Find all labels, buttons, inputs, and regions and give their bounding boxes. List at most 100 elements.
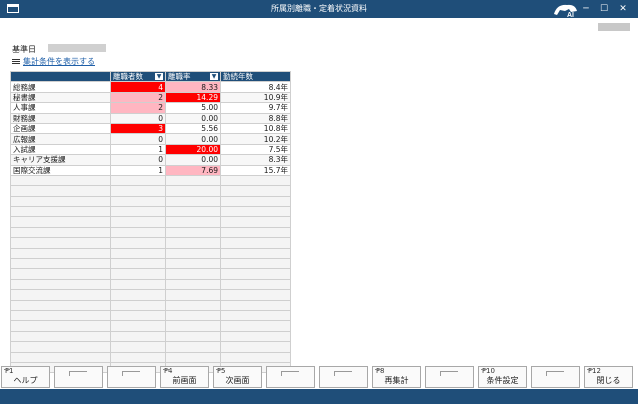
empty-cell [220, 226, 291, 239]
dropdown-icon[interactable]: ▼ [210, 73, 218, 80]
empty-cell [110, 174, 166, 187]
fkey-placeholder-mark [546, 371, 564, 376]
table-row[interactable]: 広報課 0 0.00 10.2年 [10, 133, 291, 145]
table-row[interactable]: 総務課 4 8.33 8.4年 [10, 81, 291, 93]
col-header-rate[interactable]: 離職率 ▼ [165, 70, 221, 83]
fkey-f12-button[interactable]: F12 閉じる [584, 366, 633, 388]
fkey-f5-button[interactable]: F5 次画面 [213, 366, 262, 388]
fkey-blank-button[interactable] [319, 366, 368, 388]
empty-cell [165, 226, 221, 239]
table-row[interactable]: キャリア支援課 0 0.00 8.3年 [10, 154, 291, 166]
empty-cell [220, 258, 291, 270]
fkey-f4-button[interactable]: F4 前画面 [160, 366, 209, 388]
empty-row [10, 268, 291, 280]
empty-cell [110, 237, 166, 249]
col-header-count[interactable]: 離職者数 ▼ [110, 70, 166, 83]
fkey-f8-button[interactable]: F8 再集計 [372, 366, 421, 388]
empty-cell [220, 341, 291, 353]
empty-cell [10, 268, 111, 280]
empty-cell [110, 351, 166, 363]
empty-cell [10, 185, 111, 197]
cell-dept: 財務課 [10, 112, 111, 124]
cell-rate: 20.00 [165, 143, 221, 156]
fkey-blank-button[interactable] [107, 366, 156, 388]
fkey-number: F1 [3, 367, 14, 375]
results-table: 離職者数 ▼ 離職率 ▼ 勤続年数 総務課 4 8.33 8.4年 秘書課 2 14.29 10.… [10, 70, 291, 374]
empty-cell [165, 174, 221, 187]
empty-cell [110, 320, 166, 332]
table-row[interactable]: 財務課 0 0.00 8.8年 [10, 112, 291, 124]
empty-row [10, 278, 291, 291]
fkey-number: F4 [162, 367, 173, 375]
empty-row [10, 351, 291, 363]
empty-cell [220, 174, 291, 187]
empty-cell [220, 216, 291, 228]
table-row[interactable]: 企画課 3 5.56 10.8年 [10, 122, 291, 135]
col-header-rate-label: 離職率 [168, 72, 191, 82]
empty-row [10, 226, 291, 239]
empty-cell [165, 247, 221, 260]
cell-tenure: 8.3年 [220, 154, 291, 166]
show-criteria-link[interactable]: 集計条件を表示する [12, 56, 95, 67]
empty-row [10, 237, 291, 249]
empty-cell [10, 320, 111, 332]
cell-dept: キャリア支援課 [10, 154, 111, 166]
fkey-placeholder-mark [69, 371, 87, 376]
table-row[interactable]: 人事課 2 5.00 9.7年 [10, 102, 291, 114]
cell-count: 0 [110, 112, 166, 124]
empty-cell [110, 185, 166, 197]
table-row[interactable]: 秘書課 2 14.29 10.9年 [10, 91, 291, 104]
fkey-placeholder-mark [440, 371, 458, 376]
fkey-label: 条件設定 [486, 376, 519, 385]
status-bar [0, 389, 638, 404]
user-info-box [598, 23, 630, 31]
cell-dept: 総務課 [10, 81, 111, 93]
empty-row [10, 258, 291, 270]
fkey-blank-button[interactable] [54, 366, 103, 388]
fkey-blank-button[interactable] [266, 366, 315, 388]
empty-cell [220, 309, 291, 322]
fkey-f10-button[interactable]: F10 条件設定 [478, 366, 527, 388]
dropdown-icon[interactable]: ▼ [155, 73, 163, 80]
empty-cell [220, 351, 291, 363]
minimize-icon[interactable]: ─ [579, 2, 593, 16]
fkey-label: 次画面 [225, 376, 250, 385]
fkey-placeholder-mark [122, 371, 140, 376]
empty-cell [165, 289, 221, 301]
fkey-blank-button[interactable] [531, 366, 580, 388]
list-icon [12, 58, 20, 65]
empty-cell [10, 351, 111, 363]
fkey-placeholder-mark [334, 371, 352, 376]
fkey-blank-button[interactable] [425, 366, 474, 388]
empty-cell [10, 330, 111, 343]
empty-cell [110, 330, 166, 343]
window-title: 所属別離職・定着状況資料 [271, 4, 367, 13]
table-row[interactable]: 入試課 1 20.00 7.5年 [10, 143, 291, 156]
empty-cell [220, 278, 291, 291]
fkey-f1-button[interactable]: F1 ヘルプ [1, 366, 50, 388]
show-criteria-label: 集計条件を表示する [23, 57, 95, 66]
cell-rate: 0.00 [165, 154, 221, 166]
fkey-number: F10 [481, 367, 495, 375]
empty-cell [220, 330, 291, 343]
empty-cell [110, 309, 166, 322]
empty-cell [165, 206, 221, 218]
empty-row [10, 247, 291, 260]
cell-dept: 企画課 [10, 122, 111, 135]
cell-rate: 5.00 [165, 102, 221, 114]
date-value-field [48, 44, 106, 52]
fkey-label: 再集計 [384, 376, 409, 385]
cell-count: 0 [110, 133, 166, 145]
maximize-icon[interactable]: ☐ [597, 2, 611, 16]
empty-cell [220, 299, 291, 312]
ai-logo-icon: AI [554, 4, 577, 18]
cell-rate: 7.69 [165, 164, 221, 176]
cell-tenure: 10.2年 [220, 133, 291, 145]
empty-cell [10, 216, 111, 228]
empty-cell [110, 195, 166, 208]
close-icon[interactable]: ✕ [616, 2, 630, 16]
table-row[interactable]: 国際交流課 1 7.69 15.7年 [10, 164, 291, 176]
empty-cell [165, 258, 221, 270]
title-bar: 所属別離職・定着状況資料 AI ─ ☐ ✕ [0, 0, 638, 18]
empty-cell [165, 195, 221, 208]
